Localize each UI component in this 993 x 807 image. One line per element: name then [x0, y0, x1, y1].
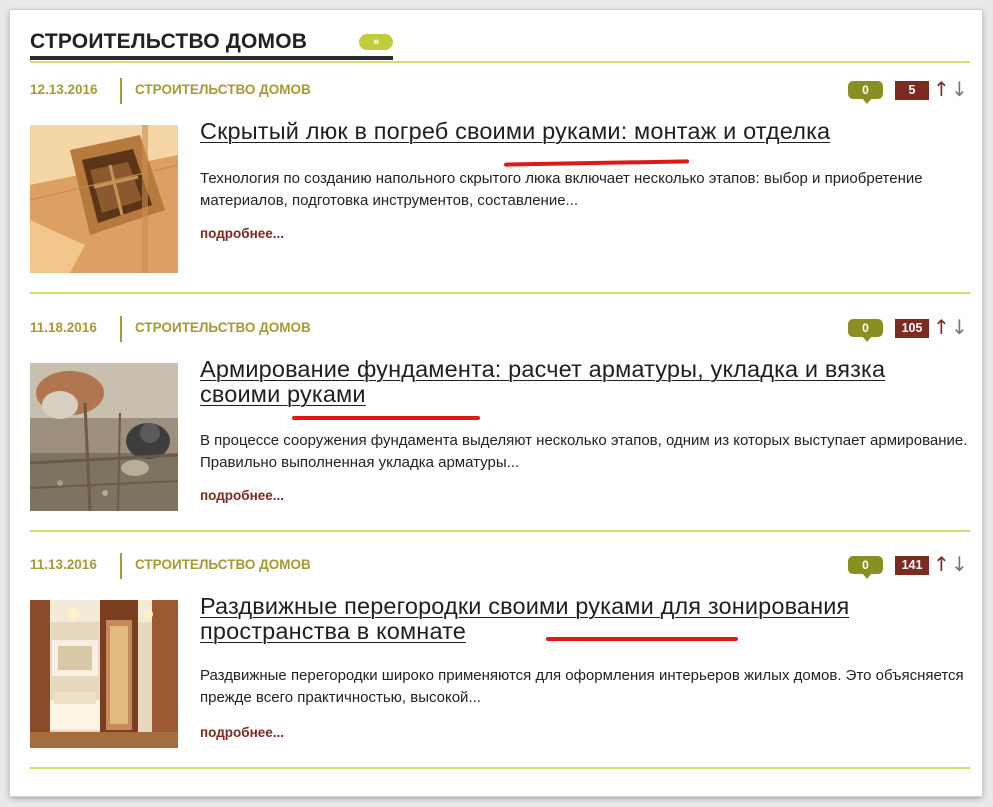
meta-separator [120, 553, 122, 579]
vote-down-icon[interactable]: ↓ [951, 77, 968, 101]
vote-down-icon[interactable]: ↓ [951, 315, 968, 339]
vote-up-icon[interactable]: ↑ [933, 77, 950, 101]
section-title-underline [30, 56, 393, 60]
section-header: СТРОИТЕЛЬСТВО ДОМОВ » [30, 24, 970, 68]
article-divider [30, 767, 970, 769]
content-frame: СТРОИТЕЛЬСТВО ДОМОВ » 12.13.2016 СТРОИТЕ… [10, 10, 982, 796]
section-divider [30, 61, 970, 63]
article-date: 11.13.2016 [30, 557, 97, 572]
article-date: 11.18.2016 [30, 320, 97, 335]
read-more-link[interactable]: подробнее... [200, 488, 284, 503]
rating-badge: 105 [895, 319, 929, 338]
article-description: Технология по созданию напольного скрыто… [200, 170, 923, 209]
read-more-link[interactable]: подробнее... [200, 226, 284, 241]
comment-count-badge[interactable]: 0 [848, 319, 883, 342]
highlight-mark [503, 159, 690, 167]
rating-badge: 141 [895, 556, 929, 575]
highlight-mark [546, 637, 738, 641]
rebar-tying-thumbnail[interactable] [30, 363, 178, 511]
section-title: СТРОИТЕЛЬСТВО ДОМОВ [30, 30, 308, 53]
comment-count-badge[interactable]: 0 [848, 81, 883, 104]
meta-separator [120, 316, 122, 342]
article-date: 12.13.2016 [30, 82, 98, 97]
section-more-button[interactable]: » [359, 34, 393, 50]
article-title-link[interactable]: Скрытый люк в погреб своими руками: монт… [200, 119, 970, 144]
vote-up-icon[interactable]: ↑ [933, 552, 950, 576]
article-divider [30, 292, 970, 294]
article-category-link[interactable]: СТРОИТЕЛЬСТВО ДОМОВ [135, 557, 311, 572]
rating-badge: 5 [895, 81, 929, 100]
article-description: Раздвижные перегородки широко применяютс… [200, 667, 964, 706]
comment-count-badge[interactable]: 0 [848, 556, 883, 579]
article-description: В процессе сооружения фундамента выделяю… [200, 432, 968, 471]
article-title-link[interactable]: Армирование фундамента: расчет арматуры,… [200, 357, 970, 407]
vote-up-icon[interactable]: ↑ [933, 315, 950, 339]
article-category-link[interactable]: СТРОИТЕЛЬСТВО ДОМОВ [135, 320, 311, 335]
highlight-mark [292, 416, 480, 420]
article-divider [30, 530, 970, 532]
meta-separator [120, 78, 122, 104]
cellar-hatch-thumbnail[interactable] [30, 125, 178, 273]
sliding-partition-thumbnail[interactable] [30, 600, 178, 748]
article-category-link[interactable]: СТРОИТЕЛЬСТВО ДОМОВ [135, 82, 311, 97]
vote-down-icon[interactable]: ↓ [951, 552, 968, 576]
read-more-link[interactable]: подробнее... [200, 725, 284, 740]
